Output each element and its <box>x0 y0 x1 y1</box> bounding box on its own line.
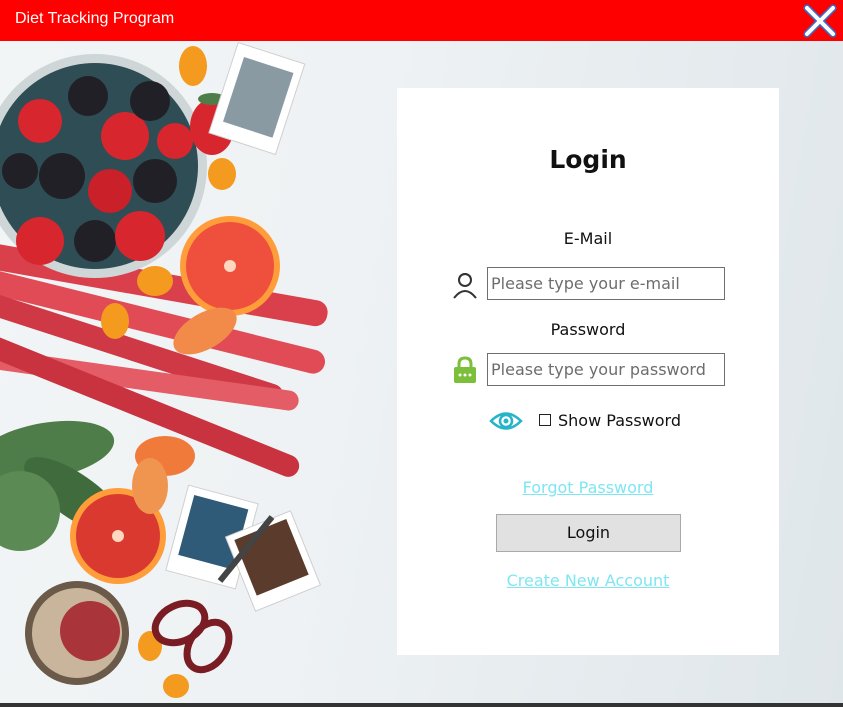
title-bar: Diet Tracking Program <box>0 0 843 41</box>
login-panel: Login E-Mail Password Show Password Forg… <box>397 88 779 655</box>
close-icon[interactable] <box>802 4 838 38</box>
pepper-bowl <box>25 581 129 685</box>
lock-icon <box>454 356 476 383</box>
forgot-password-link[interactable]: Forgot Password <box>397 478 779 497</box>
berry-bowl <box>0 54 207 278</box>
create-account-link[interactable]: Create New Account <box>397 571 779 590</box>
user-icon <box>453 273 477 299</box>
show-password-checkbox[interactable] <box>539 414 551 426</box>
login-heading: Login <box>549 145 627 174</box>
email-field[interactable] <box>487 267 725 300</box>
eye-icon[interactable] <box>489 409 523 433</box>
password-label: Password <box>550 320 626 339</box>
login-button[interactable]: Login <box>496 514 681 552</box>
window-bottom-edge <box>0 703 843 707</box>
window-title: Diet Tracking Program <box>15 10 175 27</box>
email-label: E-Mail <box>563 229 613 248</box>
show-password-label[interactable]: Show Password <box>558 411 681 430</box>
orange-slice-top <box>180 216 280 316</box>
password-field[interactable] <box>487 353 725 386</box>
